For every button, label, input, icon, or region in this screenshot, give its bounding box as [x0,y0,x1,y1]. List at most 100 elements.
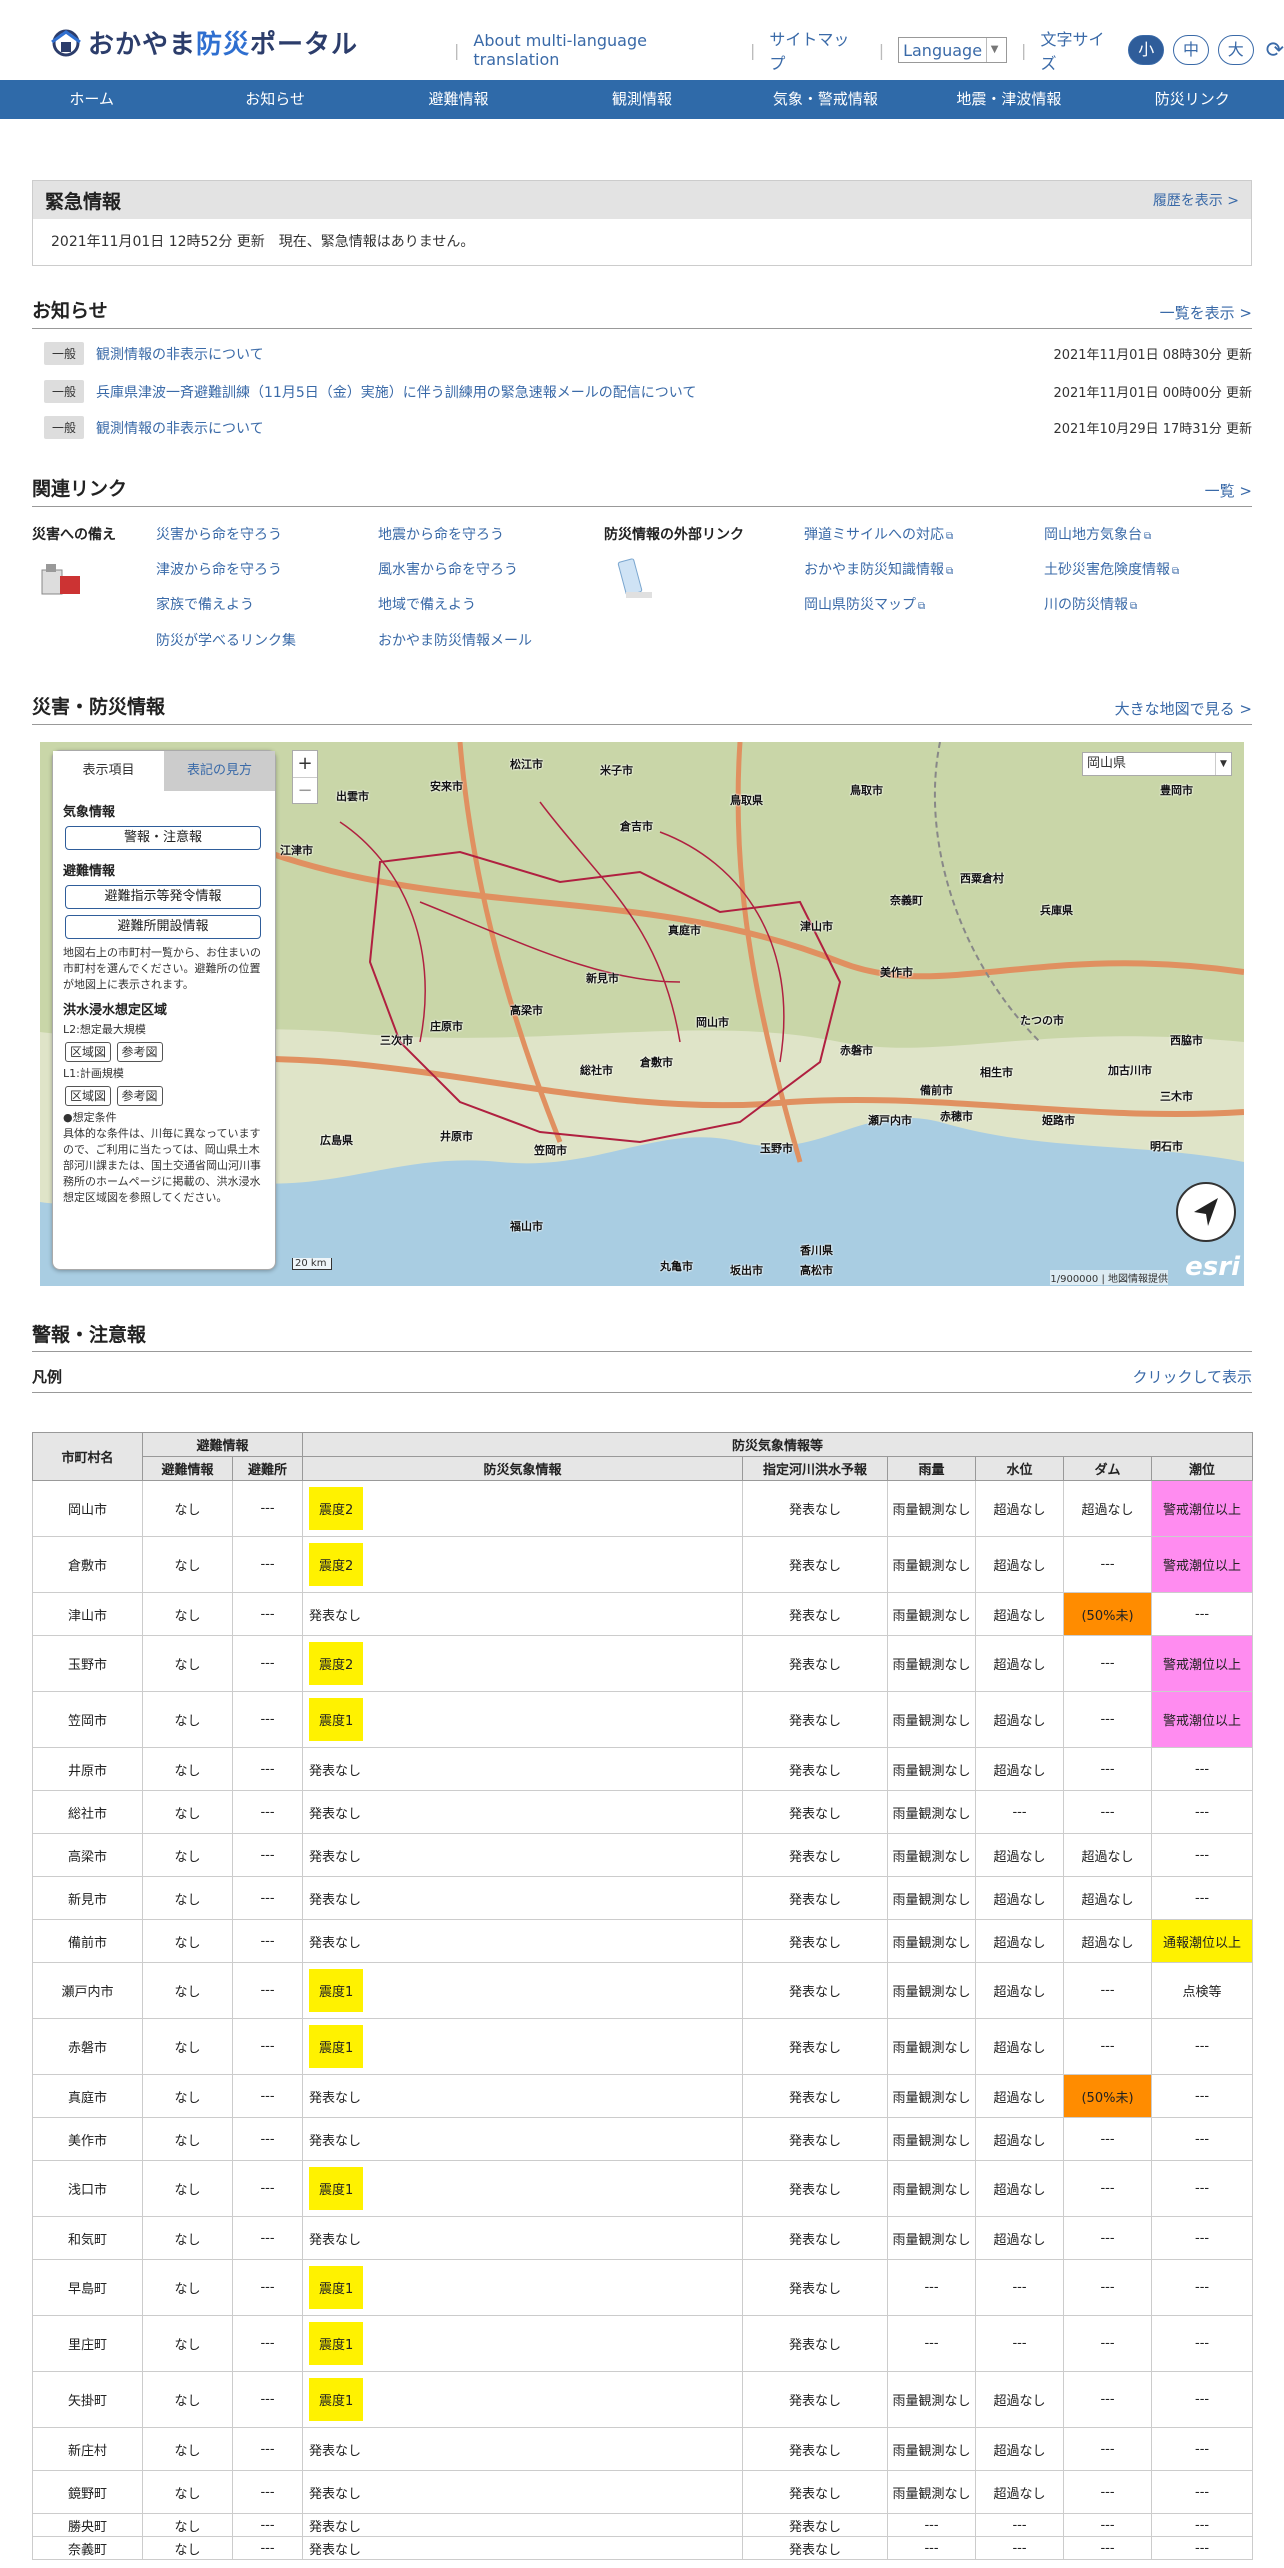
news-link[interactable]: 観測情報の非表示について [96,344,264,364]
link-mail[interactable]: おかやま防災情報メール [378,630,532,650]
municipality-cell[interactable]: 矢掛町 [32,2371,143,2428]
nav-earthquake-tsunami[interactable]: 地震・津波情報 [917,80,1100,119]
nav-home[interactable]: ホーム [0,80,183,119]
nav-links[interactable]: 防災リンク [1101,80,1284,119]
municipality-cell[interactable]: 新見市 [32,1876,143,1920]
municipality-cell[interactable]: 早島町 [32,2259,143,2316]
link-disaster[interactable]: 災害から命を守ろう [156,524,282,544]
l2-reference-button[interactable]: 参考図 [116,1042,163,1062]
link-met-office[interactable]: 岡山地方気象台 ⧉ [1044,524,1151,544]
table-row: 新見市 なし --- 発表なし 発表なし 雨量観測なし 超過なし 超過なし --- [32,1876,1254,1920]
notices-more-link[interactable]: 一覧を表示 > [1160,302,1252,323]
external-link-icon: ⧉ [1144,531,1152,542]
link-family[interactable]: 家族で備えよう [156,594,254,614]
zoom-out-button[interactable]: − [293,777,317,803]
seismic-badge[interactable]: 震度1 [309,2266,364,2309]
municipality-cell[interactable]: 倉敷市 [32,1536,143,1593]
seismic-badge[interactable]: 震度1 [309,2378,364,2421]
seismic-badge[interactable]: 震度2 [309,1642,364,1685]
locate-icon[interactable] [1176,1182,1236,1242]
table-row: 玉野市 なし --- 震度2 発表なし 雨量観測なし 超過なし --- 警戒潮位以上 [32,1635,1254,1692]
river-cell: 発表なし [742,2371,889,2428]
seismic-badge[interactable]: 震度1 [309,2167,364,2210]
multilanguage-link[interactable]: About multi-language translation [473,31,736,69]
shelter-cell: --- [231,2470,304,2514]
news-link[interactable]: 観測情報の非表示について [96,418,264,438]
shelter-cell: --- [231,1962,304,2019]
municipality-cell[interactable]: 勝央町 [32,2513,143,2537]
seismic-badge[interactable]: 震度1 [309,2322,364,2365]
language-select[interactable]: Language ▼ [898,37,1008,63]
shelter-cell: --- [231,2536,304,2560]
municipality-cell[interactable]: 里庄町 [32,2315,143,2372]
municipality-cell[interactable]: 真庭市 [32,2074,143,2118]
nav-observation[interactable]: 観測情報 [550,80,733,119]
nav-evacuation[interactable]: 避難情報 [367,80,550,119]
link-flood[interactable]: 風水害から命を守ろう [378,559,518,579]
link-knowledge[interactable]: おかやま防災知識情報 ⧉ [804,559,953,579]
news-link[interactable]: 兵庫県津波一斉避難訓練（11月5日（金）実施）に伴う訓練用の緊急速報メールの配信… [96,382,696,402]
link-missile[interactable]: 弾道ミサイルへの対応 ⧉ [804,524,953,544]
font-size-medium-button[interactable]: 中 [1173,35,1209,65]
nav-weather-warning[interactable]: 気象・警戒情報 [734,80,917,119]
municipality-cell[interactable]: 浅口市 [32,2160,143,2217]
link-map[interactable]: 岡山県防災マップ ⧉ [804,594,925,614]
tide-cell: --- [1151,1790,1254,1834]
municipality-cell[interactable]: 笠岡市 [32,1691,143,1748]
l2-area-button[interactable]: 区域図 [65,1042,112,1062]
municipality-cell[interactable]: 備前市 [32,1919,143,1963]
river-cell: 発表なし [742,1833,889,1877]
refresh-icon[interactable]: ⟳ [1266,38,1284,63]
municipality-cell[interactable]: 岡山市 [32,1480,143,1537]
link-river[interactable]: 川の防災情報 ⧉ [1044,594,1137,614]
site-logo[interactable]: おかやま防災ポータル [50,24,358,61]
link-tsunami[interactable]: 津波から命を守ろう [156,559,282,579]
seismic-badge[interactable]: 震度2 [309,1543,364,1586]
seismic-badge[interactable]: 震度1 [309,1969,364,2012]
shelter-open-button[interactable]: 避難所開設情報 [65,915,261,939]
dam-cell: 超過なし [1063,1919,1153,1963]
sitemap-link[interactable]: サイトマップ [769,26,864,74]
municipality-cell[interactable]: 玉野市 [32,1635,143,1692]
seismic-badge[interactable]: 震度2 [309,1487,364,1530]
tab-display-items[interactable]: 表示項目 [53,751,164,791]
link-landslide[interactable]: 土砂災害危険度情報 ⧉ [1044,559,1179,579]
rain-cell: 雨量観測なし [887,1635,977,1692]
municipality-cell[interactable]: 井原市 [32,1747,143,1791]
l1-area-button[interactable]: 区域図 [65,1086,112,1106]
disaster-map[interactable]: 鳥取県 兵庫県 岡山市 倉敷市 津山市 広島県 新見市 真庭市 高梁市 赤磐市 … [40,742,1244,1286]
municipality-cell[interactable]: 高梁市 [32,1833,143,1877]
emergency-history-link[interactable]: 履歴を表示 > [1153,190,1239,210]
legend-toggle-link[interactable]: クリックして表示 [1132,1366,1252,1387]
river-cell: 発表なし [742,1480,889,1537]
link-learning[interactable]: 防災が学べるリンク集 [156,630,296,650]
municipality-cell[interactable]: 美作市 [32,2117,143,2161]
municipality-cell[interactable]: 津山市 [32,1592,143,1636]
seismic-badge[interactable]: 震度1 [309,2025,364,2068]
map-label: 姫路市 [1042,1114,1075,1127]
municipality-cell[interactable]: 奈義町 [32,2536,143,2560]
evacuation-cell: なし [142,2513,233,2537]
municipality-cell[interactable]: 新庄村 [32,2427,143,2471]
link-community[interactable]: 地域で備えよう [378,594,476,614]
zoom-in-button[interactable]: + [293,751,317,777]
municipality-cell[interactable]: 総社市 [32,1790,143,1834]
map-large-link[interactable]: 大きな地図で見る > [1115,698,1252,719]
municipality-cell[interactable]: 和気町 [32,2216,143,2260]
municipality-cell[interactable]: 鏡野町 [32,2470,143,2514]
font-size-large-button[interactable]: 大 [1217,35,1254,65]
evacuation-order-button[interactable]: 避難指示等発令情報 [65,885,261,909]
related-more-link[interactable]: 一覧 > [1205,480,1252,501]
link-earthquake[interactable]: 地震から命を守ろう [378,524,504,544]
municipality-select[interactable]: 岡山県 ▼ [1082,752,1232,776]
font-size-small-button[interactable]: 小 [1128,35,1165,65]
municipality-cell[interactable]: 赤磐市 [32,2018,143,2075]
l1-reference-button[interactable]: 参考図 [116,1086,163,1106]
table-row: 矢掛町 なし --- 震度1 発表なし 雨量観測なし 超過なし --- --- [32,2371,1254,2428]
seismic-badge[interactable]: 震度1 [309,1698,364,1741]
map-header: 災害・防災情報 大きな地図で見る > [32,692,1252,725]
nav-news[interactable]: お知らせ [183,80,366,119]
tab-legend-guide[interactable]: 表記の見方 [164,751,275,791]
municipality-cell[interactable]: 瀬戸内市 [32,1962,143,2019]
warnings-layer-button[interactable]: 警報・注意報 [65,826,261,850]
